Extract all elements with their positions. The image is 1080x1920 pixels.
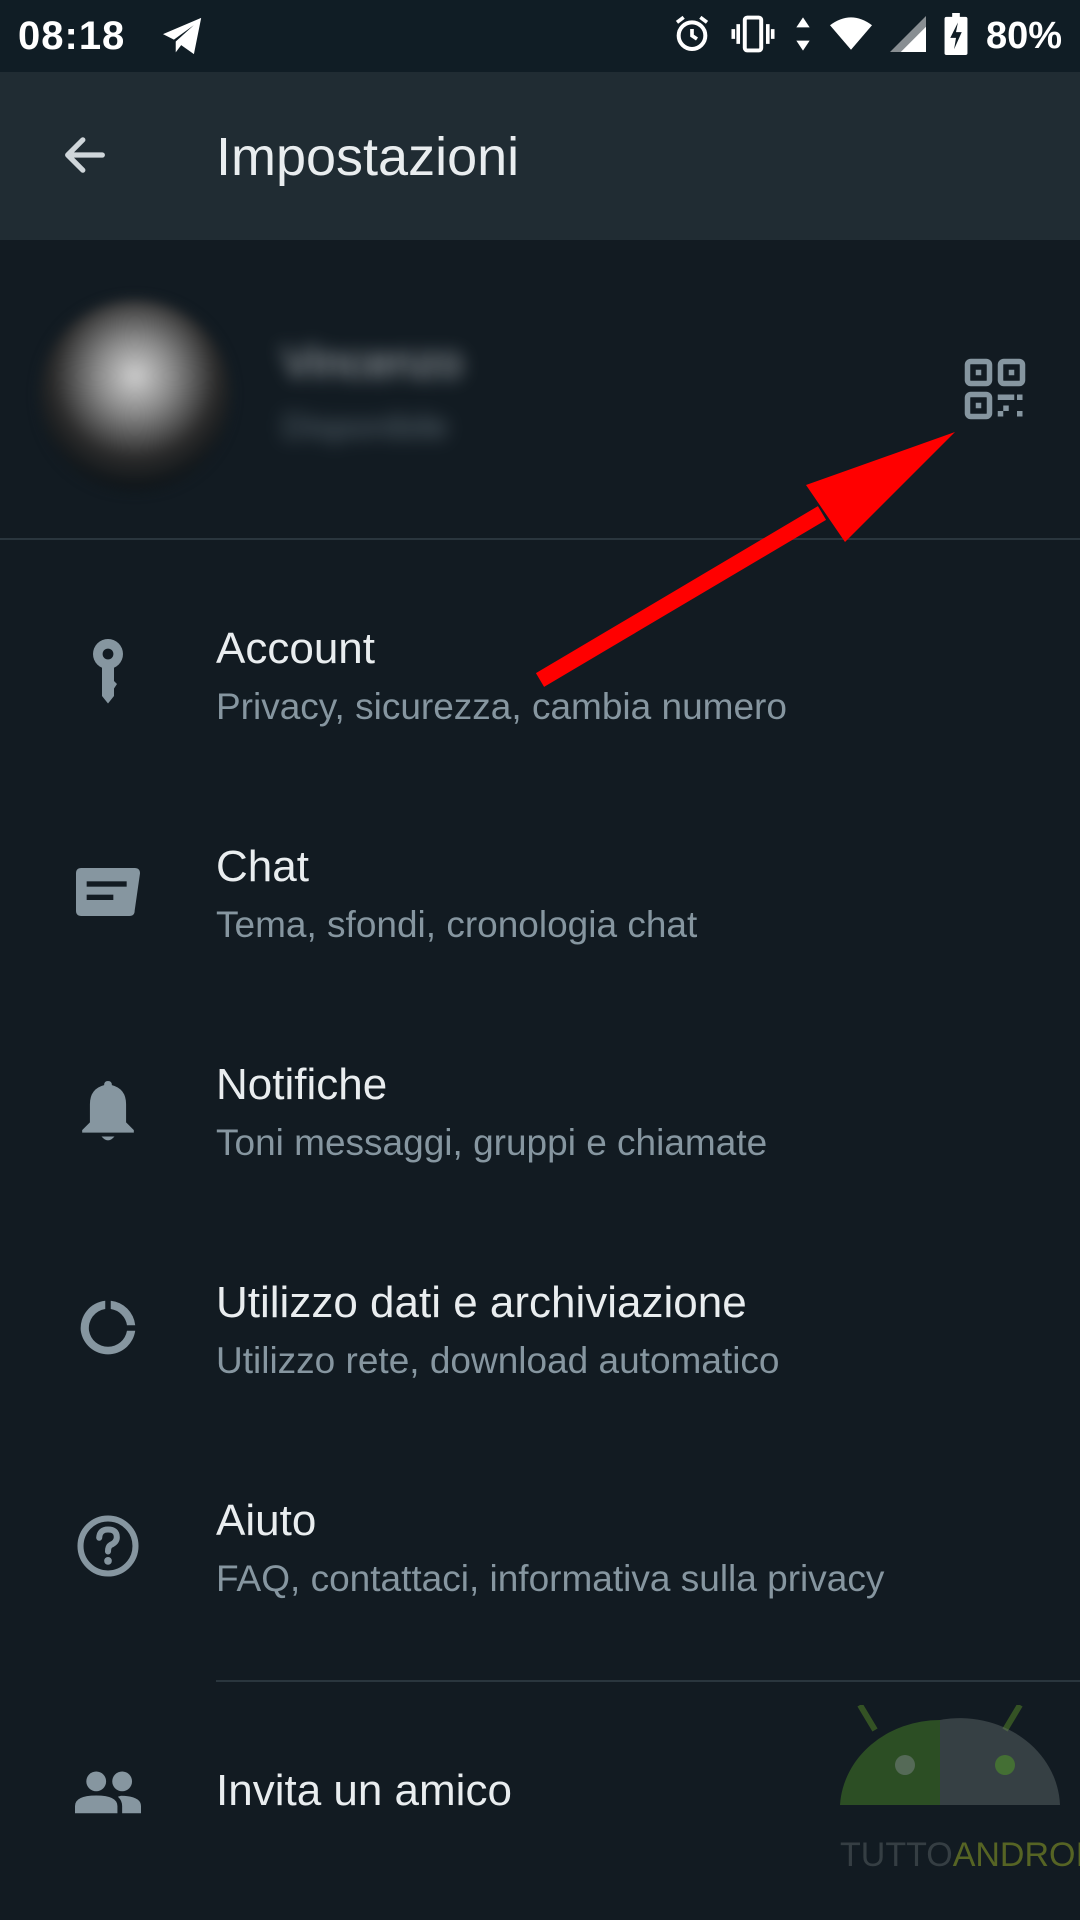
settings-item-account[interactable]: Account Privacy, sicurezza, cambia numer… [0,562,1080,780]
wifi-icon [829,16,872,57]
data-arrows-icon [794,14,812,59]
settings-item-label: Aiuto [216,1496,317,1545]
settings-item-label: Invita un amico [216,1766,512,1815]
watermark-logo [830,1703,1080,1920]
profile-section[interactable]: Vincenzo Disponibile [0,240,1080,540]
status-bar: 08:18 80% [0,0,1080,72]
profile-status: Disponibile [282,408,449,446]
page-title: Impostazioni [216,127,520,187]
qr-code-button[interactable] [962,356,1028,422]
app-bar: Impostazioni [0,72,1080,240]
back-button[interactable] [58,128,112,182]
help-icon [74,1512,142,1580]
settings-item-subtitle: FAQ, contattaci, informativa sulla priva… [216,1558,885,1599]
vibrate-icon [730,14,776,59]
status-time: 08:18 [18,13,126,58]
qr-code-icon [964,358,1026,420]
signal-icon [889,15,926,57]
people-icon [74,1758,142,1826]
settings-item-notifications[interactable]: Notifiche Toni messaggi, gruppi e chiama… [0,998,1080,1216]
data-usage-icon [74,1294,142,1362]
settings-item-subtitle: Privacy, sicurezza, cambia numero [216,686,787,727]
settings-item-chat[interactable]: Chat Tema, sfondi, cronologia chat [0,780,1080,998]
watermark-text: TUTTOANDROID [840,1836,1080,1874]
telegram-icon [161,16,205,56]
bell-icon [74,1078,142,1146]
settings-item-label: Notifiche [216,1060,388,1109]
battery-percentage: 80% [985,14,1062,57]
settings-item-label: Utilizzo dati e archiviazione [216,1278,747,1327]
arrow-back-icon [65,137,105,173]
settings-item-subtitle: Toni messaggi, gruppi e chiamate [216,1122,768,1163]
alarm-icon [672,14,712,59]
settings-item-data-storage[interactable]: Utilizzo dati e archiviazione Utilizzo r… [0,1216,1080,1434]
settings-item-subtitle: Tema, sfondi, cronologia chat [216,904,698,945]
key-icon [74,638,142,706]
chat-icon [74,858,142,926]
profile-name: Vincenzo [282,338,463,387]
settings-item-subtitle: Utilizzo rete, download automatico [216,1340,780,1381]
avatar[interactable] [40,300,230,490]
settings-item-label: Account [216,624,375,673]
battery-charging-icon [944,12,968,60]
settings-item-label: Chat [216,842,309,891]
settings-item-help[interactable]: Aiuto FAQ, contattaci, informativa sulla… [0,1434,1080,1652]
